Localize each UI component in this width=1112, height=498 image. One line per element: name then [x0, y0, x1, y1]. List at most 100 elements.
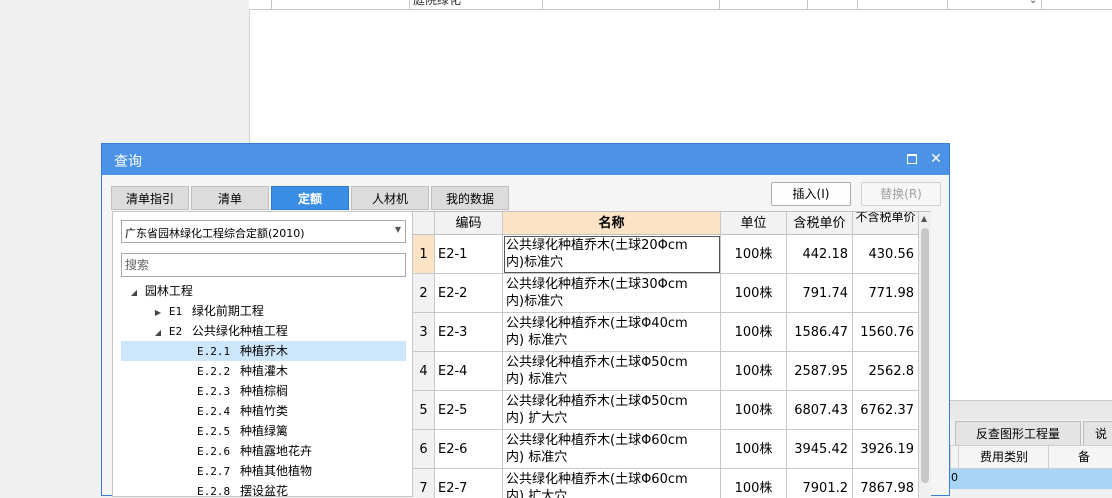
tree-node-e1[interactable]: ▶ E1 绿化前期工程	[151, 301, 264, 321]
price-without-tax-cell[interactable]: 6762.37	[853, 391, 919, 430]
row-index[interactable]: 1	[413, 235, 435, 274]
tab-quota[interactable]: 定额	[271, 186, 349, 210]
tree-node-garden-engineering[interactable]: ◢ 园林工程	[127, 281, 193, 301]
tab-bill-guide[interactable]: 清单指引	[111, 186, 189, 210]
tree-node-label: 种植棕榈	[239, 384, 288, 398]
tree-node-e-2-7[interactable]: E.2.7 种植其他植物	[197, 461, 312, 481]
price-without-tax-cell[interactable]: 771.98	[853, 274, 919, 313]
search-input[interactable]	[121, 253, 406, 277]
price-with-tax-cell[interactable]: 6807.43	[787, 391, 853, 430]
name-cell[interactable]: 公共绿化种植乔木(土球Φ60cm 内) 标准穴	[503, 430, 721, 469]
name-cell[interactable]: 公共绿化种植乔木(土球30Φcm 内)标准穴	[503, 274, 721, 313]
name-cell[interactable]: 公共绿化种植乔木(土球Φ50cm 内) 扩大穴	[503, 391, 721, 430]
column-header-price-with-tax[interactable]: 含税单价	[787, 212, 853, 235]
quota-library-select[interactable]: 广东省园林绿化工程综合定额(2010) ▼	[121, 220, 406, 243]
code-cell[interactable]: E2-5	[435, 391, 503, 430]
tree-node-e-2-3[interactable]: E.2.3 种植棕榈	[197, 381, 288, 401]
tree-node-e-2-4[interactable]: E.2.4 种植竹类	[197, 401, 288, 421]
table-row[interactable]: 5 E2-5 公共绿化种植乔木(土球Φ50cm 内) 扩大穴 100株 6807…	[413, 391, 919, 430]
tab-more[interactable]: 说	[1083, 421, 1112, 447]
row-index[interactable]: 3	[413, 313, 435, 352]
price-with-tax-cell[interactable]: 442.18	[787, 235, 853, 274]
row-index[interactable]: 7	[413, 469, 435, 498]
table-row[interactable]: 4 E2-4 公共绿化种植乔木(土球Φ50cm 内) 标准穴 100株 2587…	[413, 352, 919, 391]
price-with-tax-cell[interactable]: 1586.47	[787, 313, 853, 352]
row-index[interactable]: 5	[413, 391, 435, 430]
tab-reverse-check-quantity[interactable]: 反查图形工程量	[955, 421, 1081, 447]
unit-cell[interactable]: 100株	[721, 274, 787, 313]
column-header-code[interactable]: 编码	[435, 212, 503, 235]
tab-my-data[interactable]: 我的数据	[431, 186, 509, 210]
unit-cell[interactable]: 100株	[721, 391, 787, 430]
code-cell[interactable]: E2-4	[435, 352, 503, 391]
name-cell[interactable]: 公共绿化种植乔木(土球Φ60cm 内) 扩大穴	[503, 469, 721, 498]
name-line-1: 公共绿化种植乔木(土球Φ40cm	[506, 316, 688, 331]
unit-cell[interactable]: 100株	[721, 469, 787, 498]
column-header-name[interactable]: 名称	[503, 212, 721, 235]
tree-node-label: 种植其他植物	[239, 464, 312, 478]
column-header-price-without-tax[interactable]: 不含税单价	[853, 212, 919, 235]
tab-labor-material-machine[interactable]: 人材机	[351, 186, 429, 210]
tree-node-e-2-2[interactable]: E.2.2 种植灌木	[197, 361, 288, 381]
scrollbar-thumb[interactable]	[921, 228, 929, 483]
collapse-triangle-icon[interactable]: ◢	[127, 283, 141, 303]
tree-node-label: 园林工程	[144, 284, 193, 298]
row-index[interactable]: 2	[413, 274, 435, 313]
table-row[interactable]: 6 E2-6 公共绿化种植乔木(土球Φ60cm 内) 标准穴 100株 3945…	[413, 430, 919, 469]
dialog-titlebar[interactable]: 查询 ✕	[102, 144, 949, 175]
tree-node-e2[interactable]: ◢ E2 公共绿化种植工程	[151, 321, 288, 341]
tree-node-e-2-1[interactable]: E.2.1 种植乔木	[121, 341, 406, 361]
tab-bill[interactable]: 清单	[191, 186, 269, 210]
unit-cell[interactable]: 100株	[721, 430, 787, 469]
price-without-tax-cell[interactable]: 2562.8	[853, 352, 919, 391]
tree-node-e-2-6[interactable]: E.2.6 种植露地花卉	[197, 441, 312, 461]
column-header-unit[interactable]: 单位	[721, 212, 787, 235]
unit-cell[interactable]: 100株	[721, 352, 787, 391]
scroll-up-icon[interactable]: ▲	[921, 214, 927, 223]
price-with-tax-cell[interactable]: 791.74	[787, 274, 853, 313]
table-row[interactable]: 2 E2-2 公共绿化种植乔木(土球30Φcm 内)标准穴 100株 791.7…	[413, 274, 919, 313]
name-cell[interactable]: 公共绿化种植乔木(土球20Φcm 内)标准穴	[503, 235, 721, 274]
unit-cell[interactable]: 100株	[721, 313, 787, 352]
price-with-tax-cell[interactable]: 3945.42	[787, 430, 853, 469]
chevron-down-icon[interactable]: ⌄	[1029, 0, 1037, 6]
background-grid-row[interactable]: 庭院绿化 ⌄	[249, 0, 1112, 10]
column-header-remark[interactable]: 备	[1048, 445, 1112, 469]
code-cell[interactable]: E2-3	[435, 313, 503, 352]
price-without-tax-cell[interactable]: 7867.98	[853, 469, 919, 498]
replace-button[interactable]: 替换(R)	[861, 182, 941, 206]
vertical-scrollbar[interactable]: ▲	[919, 212, 931, 498]
row-index[interactable]: 6	[413, 430, 435, 469]
code-cell[interactable]: E2-6	[435, 430, 503, 469]
price-without-tax-cell[interactable]: 430.56	[853, 235, 919, 274]
maximize-icon[interactable]	[904, 151, 920, 167]
collapse-triangle-icon[interactable]: ◢	[151, 323, 165, 343]
name-line-2: 内) 标准穴	[506, 372, 568, 387]
query-dialog: 查询 ✕ 清单指引 清单 定额 人材机 我的数据 插入(I) 替换(R) 广东省…	[101, 143, 950, 498]
tree-node-e-2-8[interactable]: E.2.8 摆设盆花	[197, 481, 288, 497]
tree-node-code: E.2.7	[197, 465, 231, 478]
unit-cell[interactable]: 100株	[721, 235, 787, 274]
grid-corner-cell[interactable]	[413, 212, 435, 235]
price-without-tax-cell[interactable]: 3926.19	[853, 430, 919, 469]
name-cell[interactable]: 公共绿化种植乔木(土球Φ40cm 内) 标准穴	[503, 313, 721, 352]
row-index[interactable]: 4	[413, 352, 435, 391]
price-with-tax-cell[interactable]: 7901.2	[787, 469, 853, 498]
insert-button[interactable]: 插入(I)	[771, 182, 851, 206]
code-cell[interactable]: E2-1	[435, 235, 503, 274]
selected-row[interactable]: 0	[950, 469, 1112, 489]
price-without-tax-cell[interactable]: 1560.76	[853, 313, 919, 352]
grid-line	[409, 0, 410, 9]
table-row[interactable]: 1 E2-1 公共绿化种植乔木(土球20Φcm 内)标准穴 100株 442.1…	[413, 235, 919, 274]
code-cell[interactable]: E2-7	[435, 469, 503, 498]
tree-node-e-2-5[interactable]: E.2.5 种植绿篱	[197, 421, 288, 441]
close-icon[interactable]: ✕	[928, 151, 944, 167]
tree-node-label: 绿化前期工程	[191, 304, 264, 318]
expand-triangle-icon[interactable]: ▶	[151, 303, 165, 323]
table-row[interactable]: 7 E2-7 公共绿化种植乔木(土球Φ60cm 内) 扩大穴 100株 7901…	[413, 469, 919, 498]
name-cell[interactable]: 公共绿化种植乔木(土球Φ50cm 内) 标准穴	[503, 352, 721, 391]
table-row[interactable]: 3 E2-3 公共绿化种植乔木(土球Φ40cm 内) 标准穴 100株 1586…	[413, 313, 919, 352]
price-with-tax-cell[interactable]: 2587.95	[787, 352, 853, 391]
column-header-cost-category[interactable]: 费用类别	[958, 445, 1050, 469]
code-cell[interactable]: E2-2	[435, 274, 503, 313]
